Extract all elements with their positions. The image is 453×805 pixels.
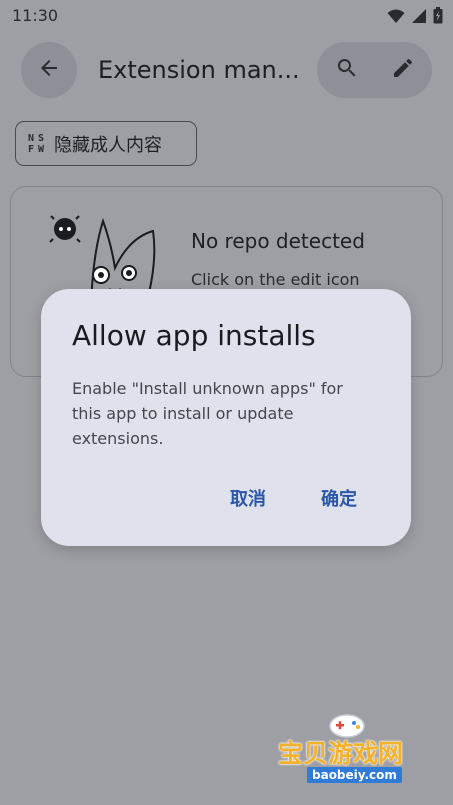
wifi-icon [387, 8, 405, 24]
watermark-text: 宝贝游戏网 [278, 739, 404, 768]
battery-icon [433, 7, 443, 24]
search-button[interactable] [319, 42, 375, 98]
cancel-button[interactable]: 取消 [230, 485, 266, 511]
empty-state-description: Click on the edit icon [191, 270, 360, 289]
confirm-button[interactable]: 确定 [321, 485, 357, 511]
nsfw-icon: N S F W [27, 132, 45, 155]
status-icons [387, 7, 443, 24]
edit-button[interactable] [375, 42, 431, 98]
watermark-url: baobeiy.com [307, 767, 402, 783]
edit-pencil-icon [391, 56, 415, 84]
page-title: Extension man... [98, 56, 300, 84]
top-app-bar: Extension man... [0, 40, 453, 102]
filter-chip-label: 隐藏成人内容 [54, 134, 162, 156]
search-icon [335, 56, 359, 84]
back-button[interactable] [21, 42, 77, 98]
toolbar-actions [317, 42, 432, 98]
dialog-title: Allow app installs [72, 319, 316, 352]
hide-nsfw-filter-chip[interactable]: N S F W 隐藏成人内容 [15, 121, 197, 166]
status-bar: 11:30 [0, 0, 453, 32]
empty-state-title: No repo detected [191, 229, 365, 253]
status-time: 11:30 [12, 6, 59, 25]
dialog-actions: 取消 确定 [41, 485, 411, 513]
dialog-message: Enable "Install unknown apps" for this a… [72, 379, 343, 448]
signal-icon [411, 8, 427, 24]
watermark-logo: 宝贝游戏网 baobeiy.com [278, 712, 423, 802]
allow-installs-dialog: Allow app installs Enable "Install unkno… [41, 289, 411, 546]
back-arrow-icon [37, 56, 61, 84]
